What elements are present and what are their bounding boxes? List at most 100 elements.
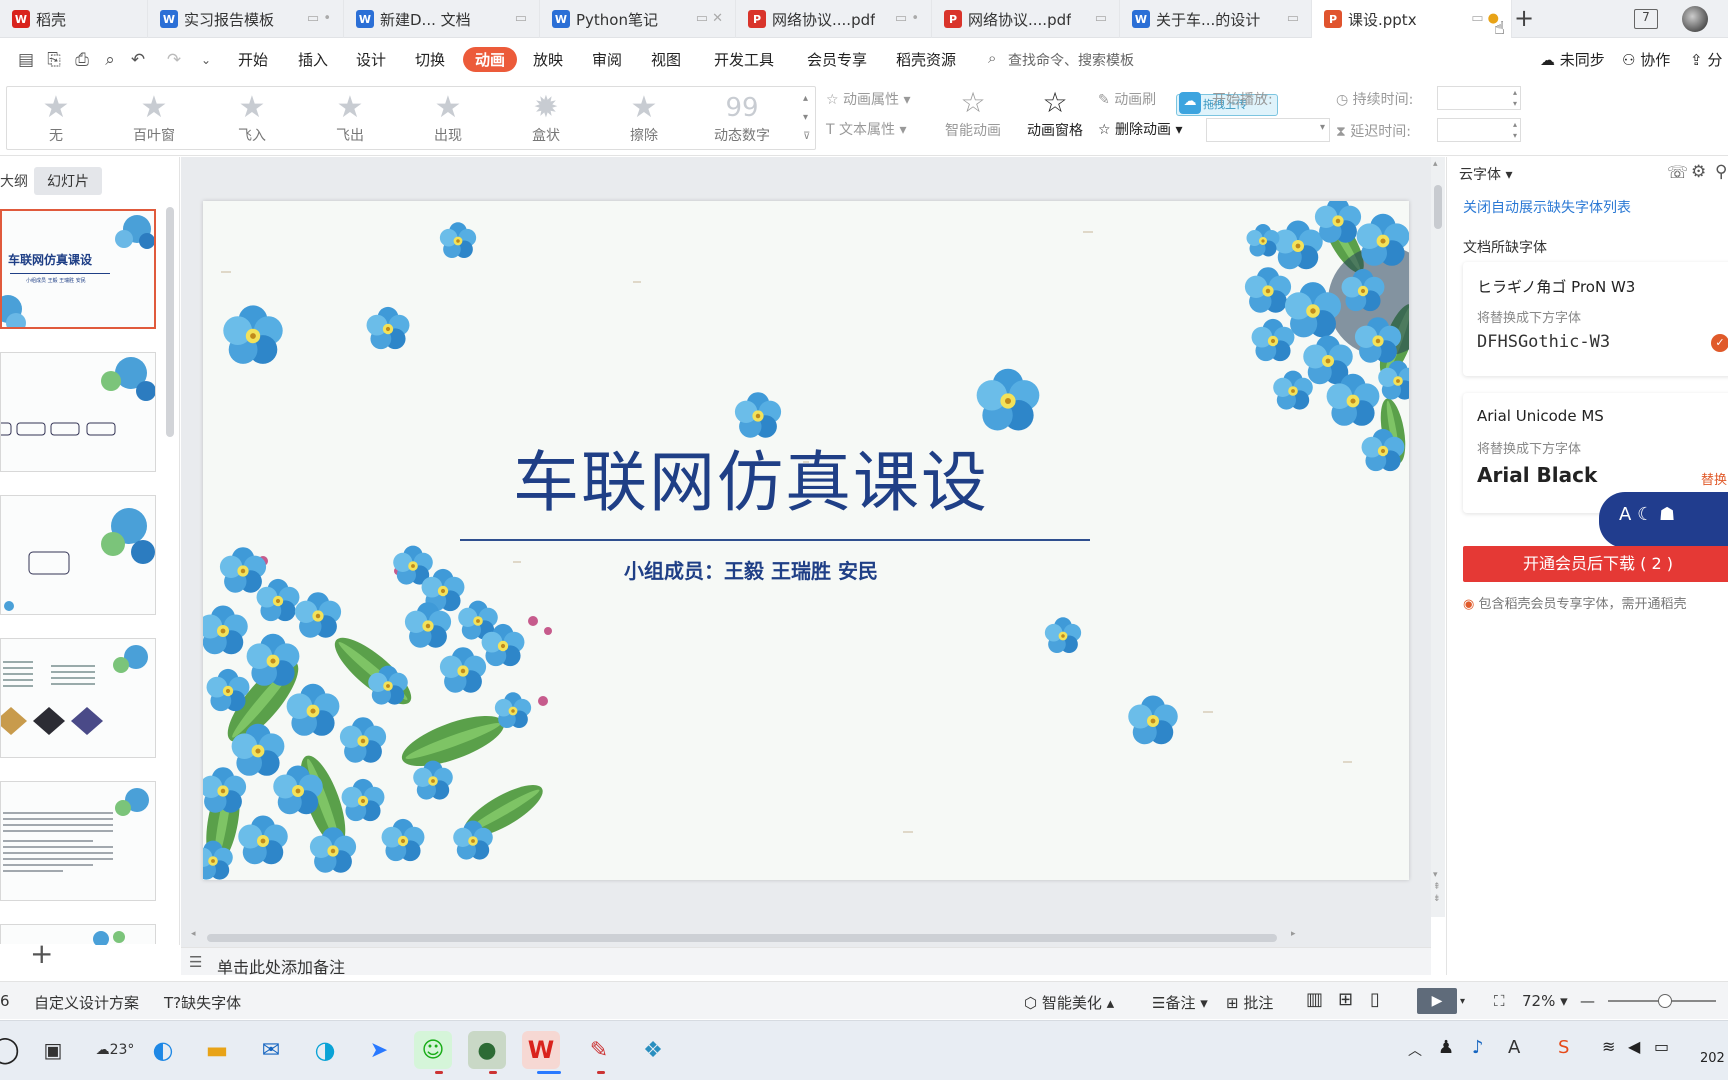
slide-thumbnail-5[interactable]: [0, 781, 156, 901]
zoom-slider[interactable]: [1608, 994, 1716, 1008]
tray-chevron-icon[interactable]: ︿: [1408, 1040, 1422, 1060]
wps-icon[interactable]: W: [522, 1031, 560, 1069]
menu-design[interactable]: 设计: [356, 49, 386, 70]
new-tab-button[interactable]: +: [1514, 4, 1534, 32]
gallery-scroll[interactable]: ▴ ▾ ⊽: [803, 89, 810, 146]
export-icon[interactable]: ⎘: [44, 50, 64, 70]
menu-start[interactable]: 开始: [238, 49, 268, 70]
comments-button[interactable]: ⊞ 批注: [1226, 992, 1273, 1013]
mail-icon[interactable]: ✉: [252, 1031, 290, 1069]
clock-year[interactable]: 202: [1700, 1051, 1725, 1066]
effect-box[interactable]: ✹ 盒状: [497, 91, 595, 147]
notes-bar[interactable]: ☰ 单击此处添加备注: [181, 947, 1431, 978]
microphone-icon[interactable]: ♪: [1472, 1037, 1484, 1058]
battery-icon[interactable]: ▭: [1654, 1037, 1669, 1056]
slide-thumbnail-3[interactable]: [0, 495, 156, 615]
menu-dev-tools[interactable]: 开发工具: [714, 49, 774, 70]
chevron-down-icon[interactable]: ⌄: [196, 50, 216, 70]
wifi-icon[interactable]: ≋: [1602, 1037, 1615, 1056]
menu-review[interactable]: 审阅: [592, 49, 622, 70]
effect-fly-in[interactable]: ★ 飞入: [203, 91, 301, 147]
tab-internship-template[interactable]: W 实习报告模板 ▭ •: [148, 0, 344, 38]
vertical-scrollbar[interactable]: ▴ ▾ ⇞ ⇟: [1431, 157, 1445, 917]
text-props-button[interactable]: T 文本属性 ▾: [826, 119, 907, 139]
app-icon[interactable]: ●: [468, 1031, 506, 1069]
close-auto-show-link[interactable]: 关闭自动展示缺失字体列表: [1463, 197, 1631, 217]
duration-input[interactable]: ▴ ▾: [1437, 86, 1521, 110]
theme-widget[interactable]: A ☾ ☗: [1599, 492, 1728, 548]
qq-icon[interactable]: ♟: [1438, 1037, 1454, 1058]
normal-view-icon[interactable]: ▥: [1306, 989, 1323, 1010]
sync-status[interactable]: ☁ 未同步: [1540, 49, 1605, 70]
wps-tray-icon[interactable]: S: [1558, 1037, 1569, 1058]
pin-icon[interactable]: ⚲: [1715, 162, 1727, 182]
effect-wipe[interactable]: ★ 擦除: [595, 91, 693, 147]
tab-new-doc[interactable]: W 新建D... 文档 ▭: [344, 0, 540, 38]
smart-beautify-button[interactable]: ⬡ 智能美化 ▴: [1024, 992, 1114, 1013]
slides-scrollbar[interactable]: [166, 207, 174, 437]
edge-icon[interactable]: ◐: [144, 1031, 182, 1069]
print-icon[interactable]: ⎙: [72, 50, 92, 70]
slide-thumbnail-1[interactable]: 车联网仿真课设 小组成员 王毅 王瑞胜 安民: [0, 209, 156, 329]
weather-widget[interactable]: ☁ 23°: [90, 1031, 140, 1069]
delete-anim-button[interactable]: ☆ 删除动画 ▾: [1098, 119, 1183, 139]
tab-slides[interactable]: 幻灯片: [34, 167, 102, 195]
gear-icon[interactable]: ⚙: [1691, 162, 1706, 182]
slide-members[interactable]: 小组成员：王毅 王瑞胜 安民: [203, 555, 1299, 584]
command-search[interactable]: 查找命令、搜索模板: [1008, 50, 1134, 70]
missing-fonts-button[interactable]: T?缺失字体: [164, 992, 241, 1013]
slide-title[interactable]: 车联网仿真课设: [203, 429, 1299, 525]
effect-blinds[interactable]: ★ 百叶窗: [105, 91, 203, 147]
search-icon[interactable]: ⌕: [988, 49, 996, 67]
anim-pane-button[interactable]: ☆ 动画窗格: [1020, 86, 1090, 140]
task-view-icon[interactable]: ▣: [34, 1031, 72, 1069]
delay-input[interactable]: ▴ ▾: [1437, 118, 1521, 142]
tab-docer[interactable]: W 稻壳: [0, 0, 148, 38]
tab-pdf-2[interactable]: P 网络协议....pdf ▭: [932, 0, 1120, 38]
close-icon[interactable]: ▭ ✕: [696, 11, 723, 26]
play-button[interactable]: ▶: [1417, 988, 1457, 1014]
zoom-out-icon[interactable]: —: [1580, 992, 1595, 1010]
save-icon[interactable]: ▤: [16, 50, 36, 70]
menu-transition[interactable]: 切换: [415, 49, 445, 70]
effect-fly-out[interactable]: ★ 飞出: [301, 91, 399, 147]
smart-anim-button[interactable]: ☆ 智能动画: [938, 86, 1008, 140]
menu-docer-resources[interactable]: 稻壳资源: [896, 49, 956, 70]
redo-icon[interactable]: ↷: [164, 50, 184, 70]
menu-animation[interactable]: 动画: [463, 47, 518, 72]
tab-outline[interactable]: 大纲: [0, 171, 28, 191]
menu-insert[interactable]: 插入: [298, 49, 328, 70]
browser-icon[interactable]: ◑: [306, 1031, 344, 1069]
chevron-down-icon[interactable]: ▾: [1460, 996, 1465, 1007]
download-button[interactable]: 开通会员后下载 ( 2 ): [1463, 546, 1728, 582]
font-tray-icon[interactable]: A: [1508, 1037, 1520, 1058]
comment-icon[interactable]: ☏: [1667, 163, 1688, 183]
wechat-icon[interactable]: ☺: [414, 1031, 452, 1069]
grid-view-icon[interactable]: ⊞: [1338, 989, 1353, 1010]
undo-icon[interactable]: ↶: [128, 50, 148, 70]
tab-python-notes[interactable]: W Python笔记 ▭ ✕: [540, 0, 736, 38]
horizontal-scrollbar[interactable]: ◂ ▸: [191, 929, 1306, 945]
tab-pdf-1[interactable]: P 网络协议....pdf ▭ •: [736, 0, 932, 38]
menu-slideshow[interactable]: 放映: [533, 49, 563, 70]
scrollbar-thumb[interactable]: [1434, 185, 1442, 229]
slide-thumbnail-4[interactable]: [0, 638, 156, 758]
missing-font-card-1[interactable]: ヒラギノ角ゴ ProN W3 将替换成下方字体 DFHSGothic-W3 ✓: [1463, 262, 1728, 376]
fit-window-icon[interactable]: ⛶: [1494, 992, 1505, 1010]
effect-none[interactable]: ★ 无: [7, 91, 105, 147]
notes-button[interactable]: ☰备注 ▾: [1152, 992, 1208, 1013]
anim-props-button[interactable]: ☆ 动画属性 ▾: [826, 89, 911, 109]
share-button[interactable]: ⇪ 分: [1690, 49, 1722, 70]
tab-design-doc[interactable]: W 关于车...的设计 ▭: [1120, 0, 1312, 38]
start-play-select[interactable]: ▾: [1206, 118, 1330, 142]
notes-placeholder[interactable]: 单击此处添加备注: [217, 954, 345, 978]
feishu-icon[interactable]: ➤: [360, 1031, 398, 1069]
add-slide-button[interactable]: +: [30, 937, 53, 970]
design-scheme[interactable]: 自定义设计方案: [34, 992, 139, 1013]
cloud-fonts-title[interactable]: 云字体 ▾: [1459, 164, 1512, 184]
tab-course-pptx[interactable]: P 课设.pptx ▭ ●: [1312, 0, 1512, 38]
slide-thumbnail-6[interactable]: [0, 924, 156, 945]
menu-view[interactable]: 视图: [651, 49, 681, 70]
live-app-icon[interactable]: ❖: [634, 1031, 672, 1069]
scrollbar-thumb[interactable]: [207, 934, 1277, 942]
